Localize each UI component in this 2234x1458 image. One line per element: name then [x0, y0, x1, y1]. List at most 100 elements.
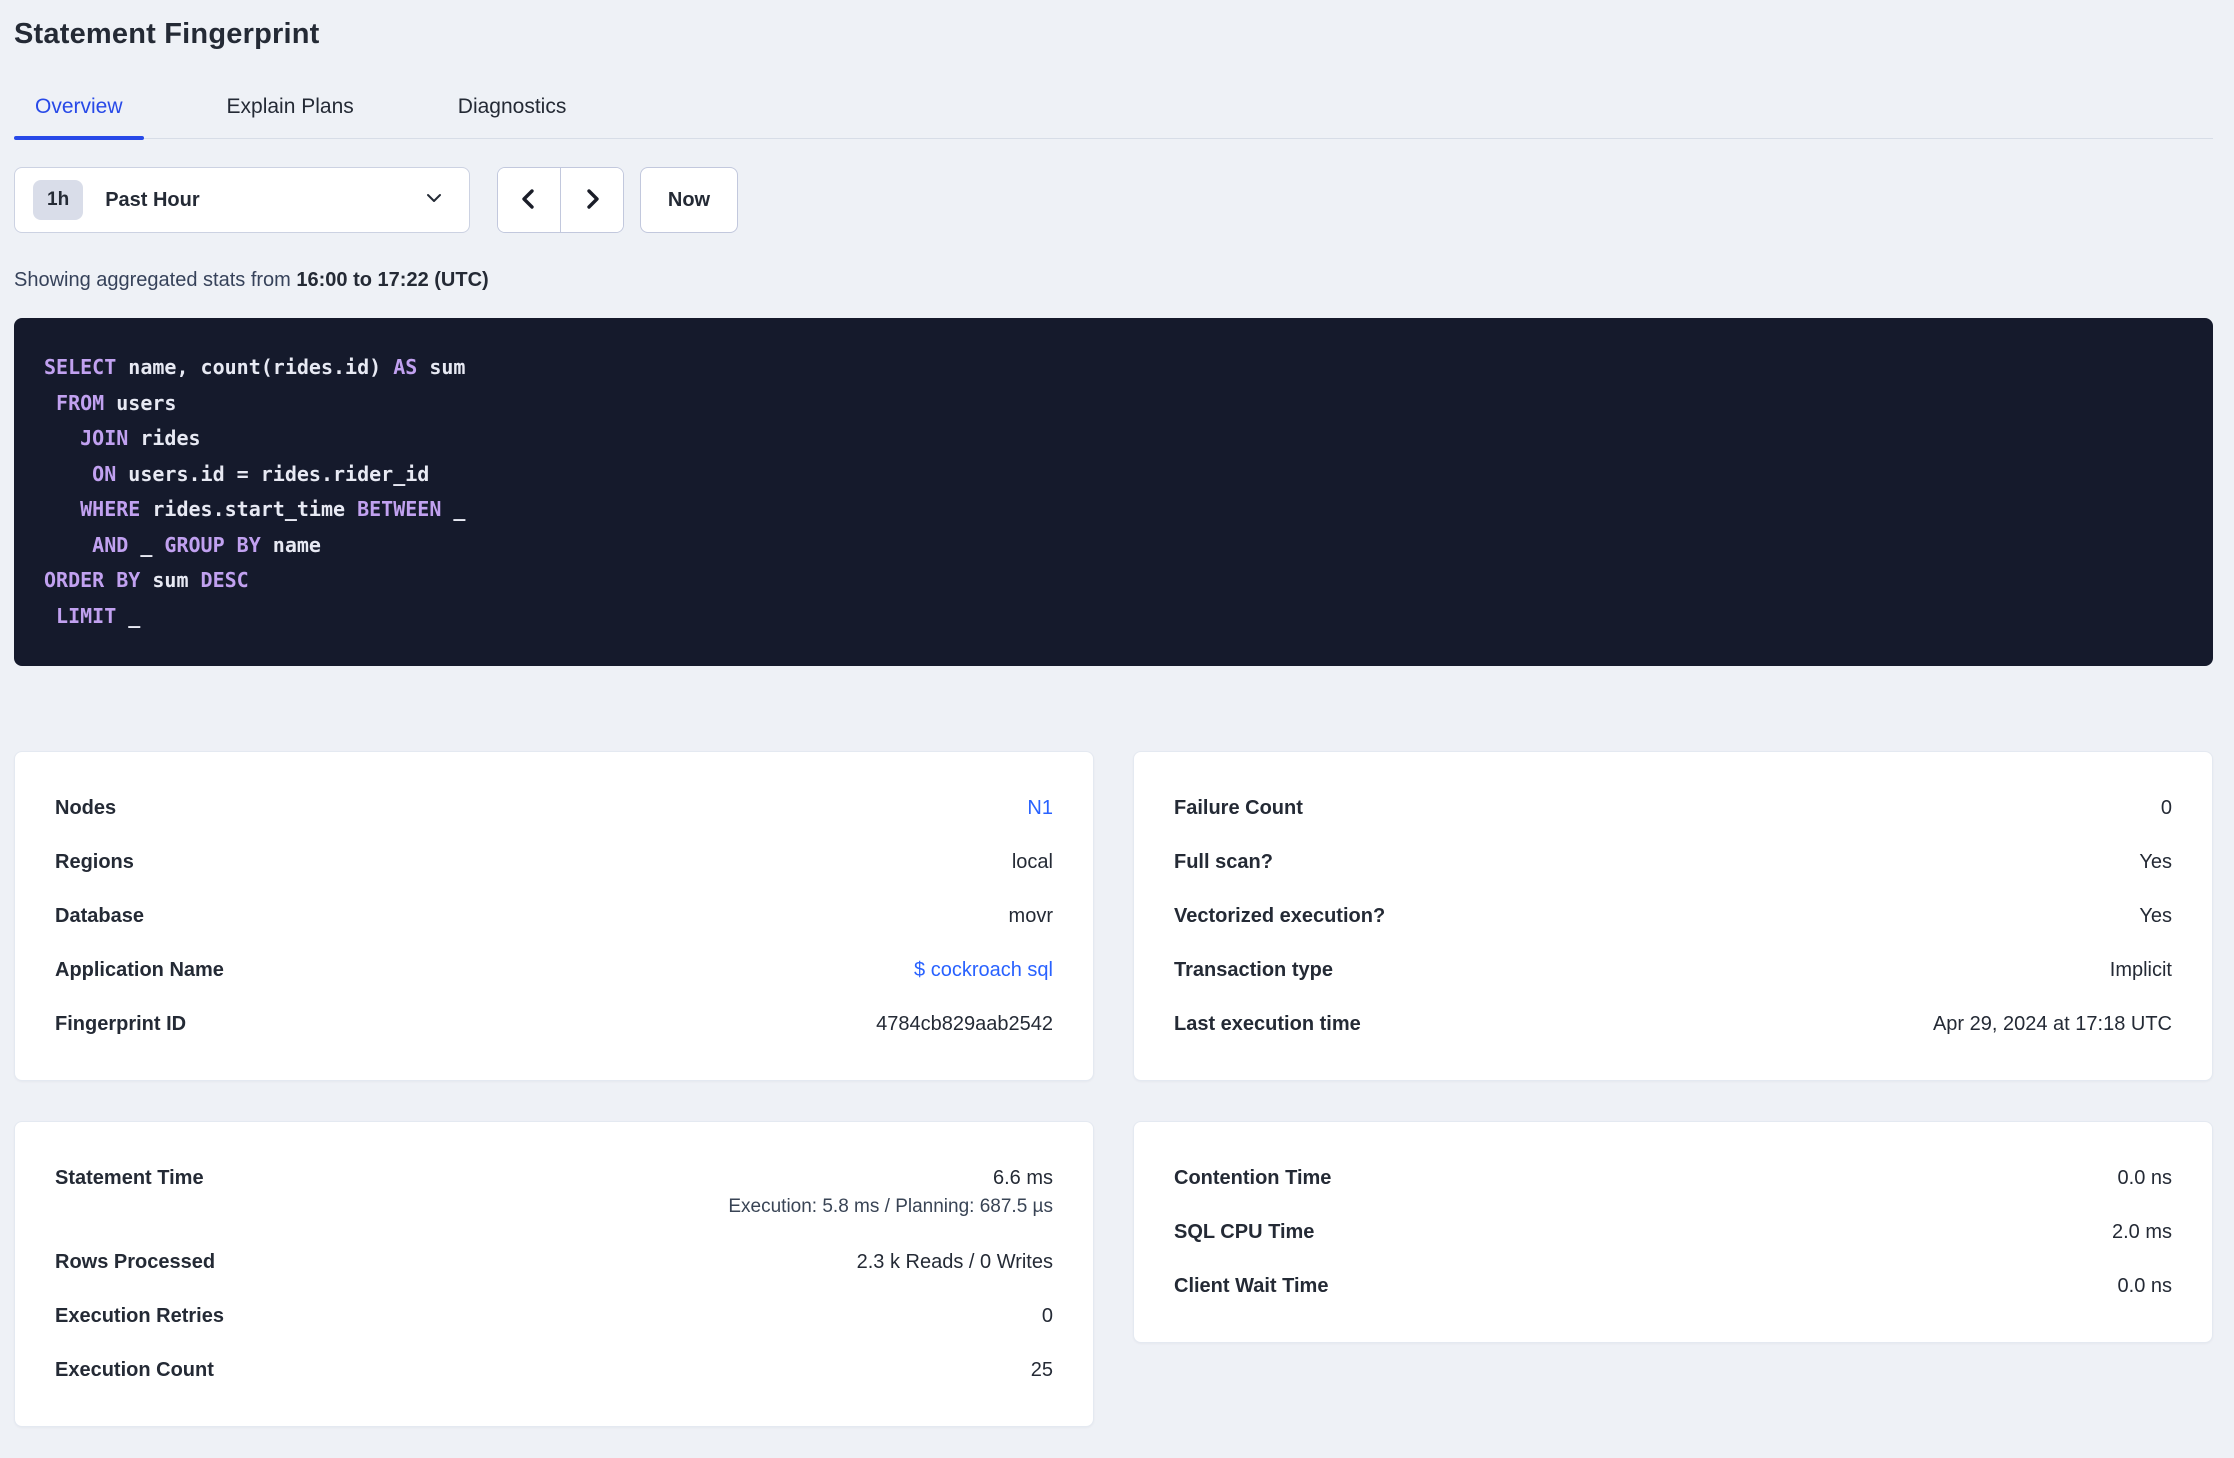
sql-keyword: JOIN	[80, 426, 129, 450]
sql-line: SELECT name, count(rides.id) AS sum	[44, 350, 2183, 386]
sql-keyword: SELECT	[44, 355, 117, 379]
stat-row: Full scan? Yes	[1174, 835, 2172, 889]
stat-label: Fingerprint ID	[55, 1012, 187, 1035]
sql-text: sum	[140, 568, 201, 592]
sql-statement-box: SELECT name, count(rides.id) AS sum FROM…	[14, 318, 2213, 666]
stat-value-wrap: 0.0 ns	[2118, 1164, 2172, 1192]
stat-value: 0.0 ns	[2117, 1167, 2172, 1189]
stat-row: Fingerprint ID 4784cb829aab2542	[55, 997, 1053, 1051]
stat-label: SQL CPU Time	[1174, 1220, 1315, 1243]
sql-text: _	[116, 603, 141, 628]
stat-row: Execution Count 25	[55, 1343, 1053, 1397]
now-button[interactable]: Now	[640, 167, 738, 233]
stat-value-link[interactable]: $ cockroach sql	[914, 956, 1053, 984]
sql-keyword: FROM	[56, 390, 105, 415]
stat-row: Statement Time 6.6 ms Execution: 5.8 ms / …	[55, 1151, 1053, 1235]
sql-text: name	[260, 532, 321, 557]
stat-subvalue: Execution: 5.8 ms / Planning: 687.5 µs	[728, 1196, 1053, 1217]
stat-label: Database	[55, 904, 144, 927]
stat-row: Transaction type Implicit	[1174, 943, 2172, 997]
stat-row: Regions local	[55, 835, 1053, 889]
sql-keyword: WHERE	[80, 497, 141, 521]
time-step-buttons	[497, 167, 624, 233]
time-interval-select[interactable]: 1h Past Hour	[14, 167, 470, 233]
stat-label: Execution Retries	[55, 1304, 224, 1327]
stat-value-wrap: Yes	[2139, 902, 2172, 930]
next-interval-button[interactable]	[561, 168, 623, 232]
tab-overview[interactable]: Overview	[14, 95, 144, 140]
stat-row: Execution Retries 0	[55, 1289, 1053, 1343]
stat-row: Failure Count 0	[1174, 781, 2172, 835]
sql-line: JOIN rides	[44, 421, 2183, 457]
stat-row: Application Name $ cockroach sql	[55, 943, 1053, 997]
stat-value: Apr 29, 2024 at 17:18 UTC	[1932, 1013, 2172, 1035]
stat-label: Execution Count	[55, 1358, 214, 1381]
sql-line: LIMIT _	[44, 599, 2183, 635]
stat-label: Failure Count	[1174, 796, 1303, 819]
stats-cards-grid: Nodes N1 Regions local Database movr Applicati…	[14, 751, 2213, 1427]
stat-value-wrap: 6.6 ms Execution: 5.8 ms / Planning: 687.…	[728, 1164, 1053, 1218]
stat-value-wrap: $ cockroach sql	[914, 956, 1053, 984]
wait-time-card: Contention Time 0.0 ns SQL CPU Time 2.0 ms C…	[1133, 1121, 2213, 1343]
sql-keyword: AS	[393, 355, 418, 379]
sql-text: users.id = rides.rider_id	[116, 461, 430, 486]
sql-line: WHERE rides.start_time BETWEEN _	[44, 492, 2183, 528]
stat-value: movr	[1008, 905, 1053, 927]
tab-diagnostics[interactable]: Diagnostics	[437, 95, 588, 138]
stat-row: Client Wait Time 0.0 ns	[1174, 1259, 2172, 1313]
stat-value-wrap: 4784cb829aab2542	[876, 1010, 1053, 1038]
stat-value: 25	[1030, 1359, 1053, 1381]
sql-keyword: ORDER BY	[44, 568, 141, 592]
stat-value-wrap: 2.0 ms	[2112, 1218, 2172, 1246]
sql-text: _	[128, 532, 165, 557]
stat-value-link[interactable]: N1	[1027, 794, 1053, 822]
chevron-down-icon	[423, 187, 445, 214]
tab-bar: Overview Explain Plans Diagnostics	[14, 95, 2213, 140]
sql-line: ON users.id = rides.rider_id	[44, 457, 2183, 493]
sql-keyword: BETWEEN	[357, 497, 442, 521]
sql-keyword: ON	[92, 461, 117, 486]
stat-label: Contention Time	[1174, 1166, 1332, 1189]
stat-label: Full scan?	[1174, 850, 1273, 873]
chevron-right-icon	[580, 187, 604, 214]
stat-value: 6.6 ms	[992, 1167, 1053, 1189]
statement-details-card: Nodes N1 Regions local Database movr Applicati…	[14, 751, 1094, 1081]
stat-label: Client Wait Time	[1174, 1274, 1329, 1297]
previous-interval-button[interactable]	[498, 168, 561, 232]
chevron-left-icon	[517, 187, 541, 214]
stat-value-wrap: 0	[1042, 1302, 1053, 1330]
statement-fingerprint-page: Statement Fingerprint Overview Explain Pl…	[0, 0, 2234, 1427]
interval-label: Past Hour	[105, 188, 200, 211]
stat-value-wrap: movr	[1009, 902, 1053, 930]
stat-value-wrap: 0.0 ns	[2118, 1272, 2172, 1300]
aggregation-note: Showing aggregated stats from 16:00 to 1…	[14, 269, 2213, 292]
stat-value-wrap: Apr 29, 2024 at 17:18 UTC	[1933, 1010, 2172, 1038]
sql-text: name, count(rides.id)	[116, 355, 394, 379]
tab-explain-plans[interactable]: Explain Plans	[206, 95, 375, 138]
sql-line: AND _ GROUP BY name	[44, 528, 2183, 564]
sql-text: users	[104, 390, 177, 415]
stat-label: Nodes	[55, 796, 117, 819]
sql-text: sum	[417, 355, 466, 379]
aggregation-note-range: 16:00 to 17:22 (UTC)	[296, 269, 489, 291]
stat-label: Vectorized execution?	[1174, 904, 1386, 927]
sql-text: rides.start_time	[140, 497, 358, 521]
stat-value: 2.3 k Reads / 0 Writes	[856, 1251, 1053, 1273]
stat-value: Implicit	[2109, 959, 2172, 981]
stat-row: Contention Time 0.0 ns	[1174, 1151, 2172, 1205]
stat-row: Vectorized execution? Yes	[1174, 889, 2172, 943]
page-title: Statement Fingerprint	[14, 18, 320, 50]
stat-row: Rows Processed 2.3 k Reads / 0 Writes	[55, 1235, 1053, 1289]
sql-keyword: GROUP BY	[164, 532, 261, 557]
stat-row: SQL CPU Time 2.0 ms	[1174, 1205, 2172, 1259]
stat-label: Transaction type	[1174, 958, 1333, 981]
stat-value: 0.0 ns	[2117, 1275, 2172, 1297]
stat-value-wrap: 0	[2161, 794, 2172, 822]
statement-time-card: Statement Time 6.6 ms Execution: 5.8 ms / …	[14, 1121, 1094, 1427]
stat-value-wrap: local	[1012, 848, 1053, 876]
sql-line: ORDER BY sum DESC	[44, 563, 2183, 599]
